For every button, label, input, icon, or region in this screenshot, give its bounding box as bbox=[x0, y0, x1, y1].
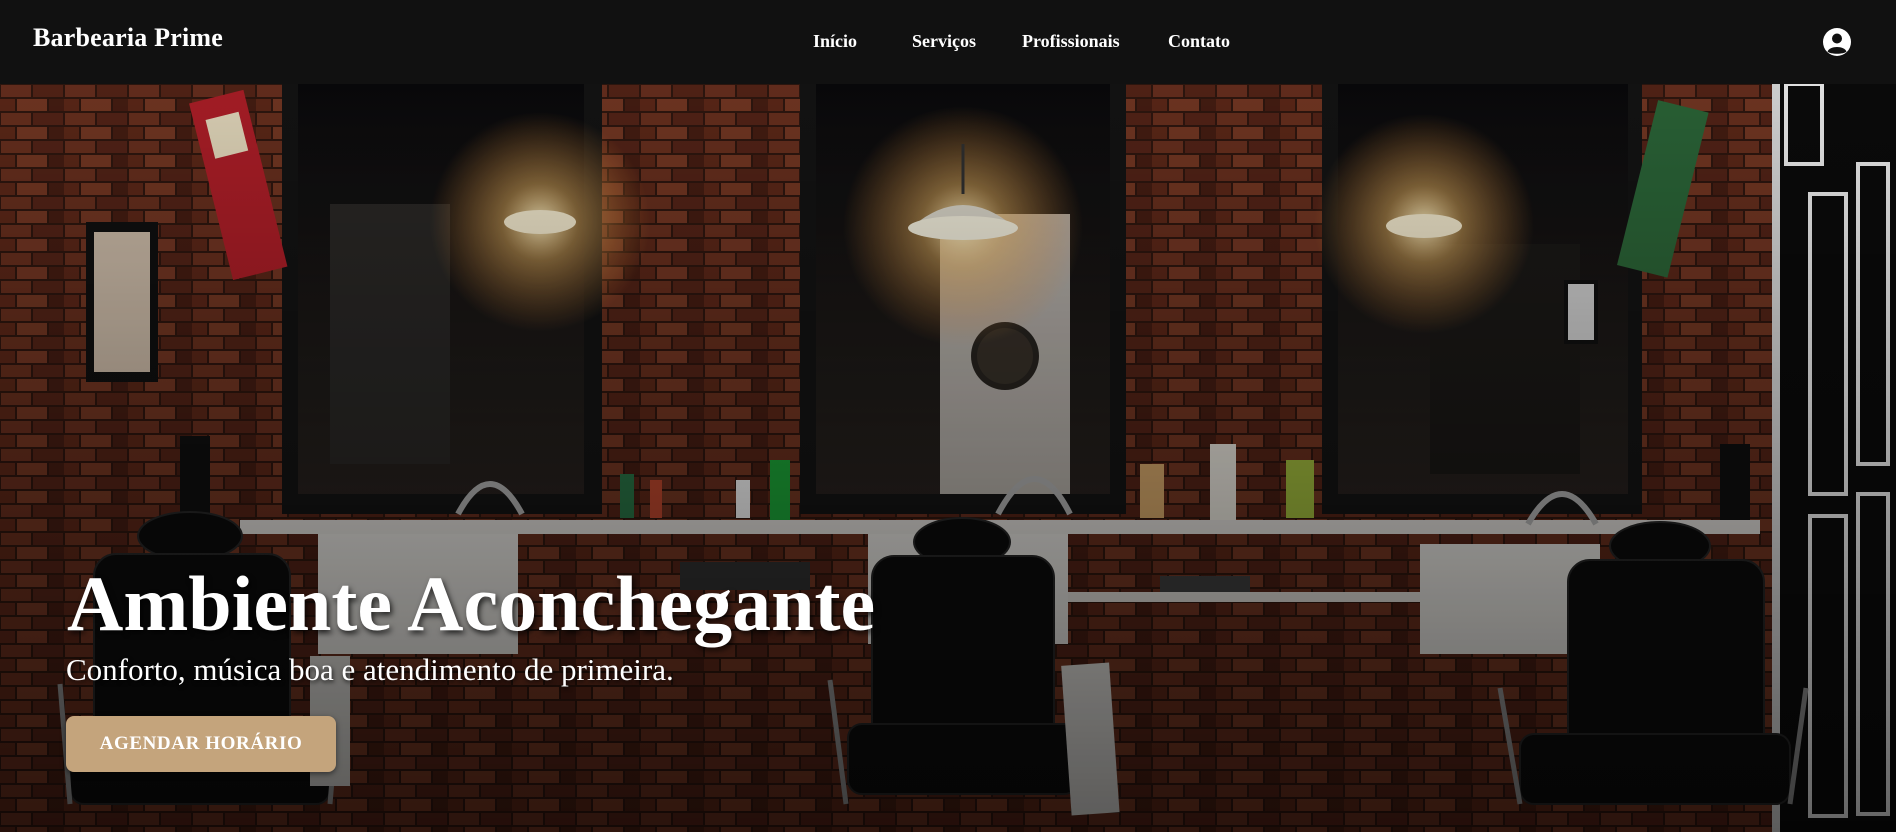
brand-logo[interactable]: Barbearia Prime bbox=[33, 23, 223, 53]
navbar: Barbearia Prime Início Serviços Profissi… bbox=[0, 0, 1896, 84]
account-button[interactable] bbox=[1822, 27, 1852, 57]
nav-link-inicio[interactable]: Início bbox=[813, 31, 857, 52]
user-circle-icon bbox=[1823, 28, 1851, 56]
hero-subtitle: Conforto, música boa e atendimento de pr… bbox=[66, 652, 674, 687]
nav-link-contato[interactable]: Contato bbox=[1168, 31, 1230, 52]
nav-link-profissionais[interactable]: Profissionais bbox=[1022, 31, 1120, 52]
nav-link-servicos[interactable]: Serviços bbox=[912, 31, 976, 52]
book-appointment-button[interactable]: AGENDAR HORÁRIO bbox=[66, 716, 336, 772]
hero-section: Ambiente Aconchegante Conforto, música b… bbox=[0, 84, 1896, 832]
hero-title: Ambiente Aconchegante bbox=[67, 560, 876, 647]
